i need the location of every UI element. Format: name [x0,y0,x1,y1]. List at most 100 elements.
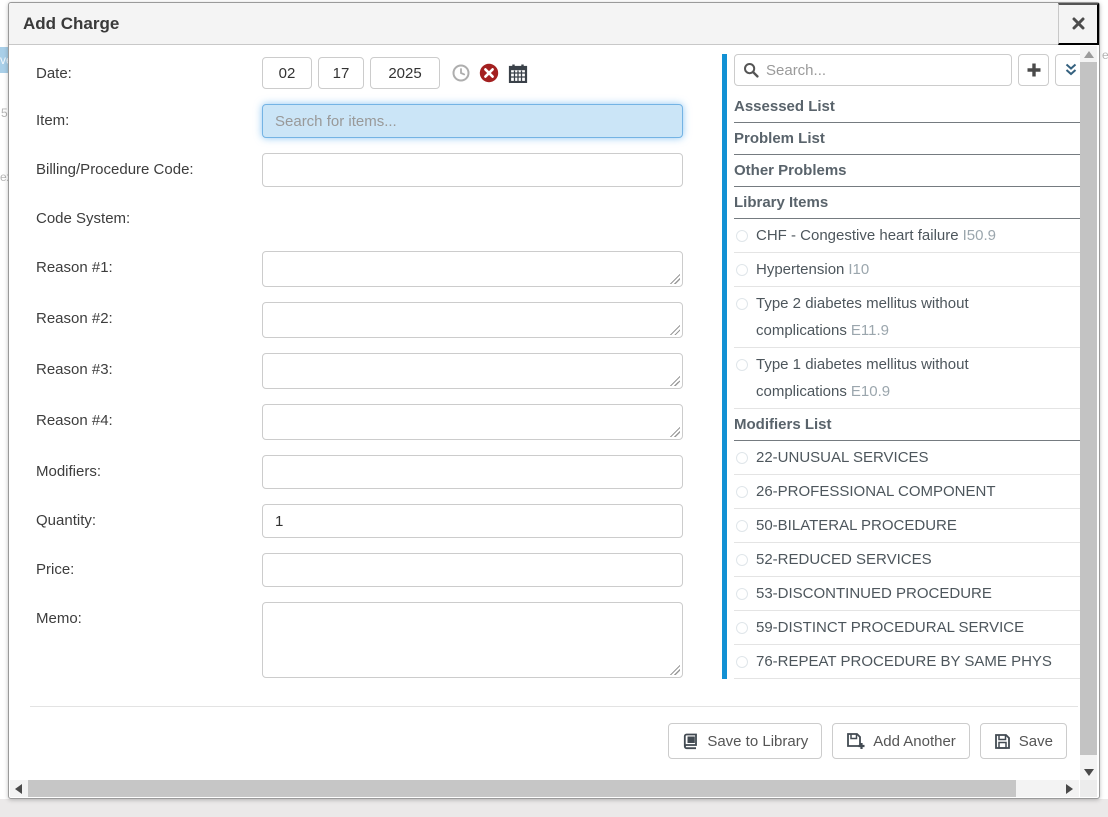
plus-icon [1026,62,1042,78]
billing-code-row: Billing/Procedure Code: [36,153,696,187]
dialog-footer: Save to Library Add Another Save [30,706,1078,759]
modifier-item[interactable]: 22-UNUSUAL SERVICES [734,441,1086,475]
vertical-scrollbar[interactable] [1080,46,1097,781]
calendar-icon [508,63,528,83]
book-icon [682,733,699,750]
add-item-button[interactable] [1018,54,1049,86]
library-item[interactable]: Type 1 diabetes mellitus without complic… [734,348,1086,409]
scroll-right-arrow-icon[interactable] [1066,784,1073,794]
reason4-row: Reason #4: [36,404,696,440]
scroll-up-arrow-icon[interactable] [1084,51,1094,58]
date-row: Date: [36,57,696,89]
circle-icon [736,520,748,532]
backdrop-fragment: 5 [1,106,8,120]
modifier-item[interactable]: 52-REDUCED SERVICES [734,543,1086,577]
price-label: Price: [36,553,262,587]
reason1-input[interactable] [262,251,683,287]
circle-icon [736,656,748,668]
save-button[interactable]: Save [980,723,1067,759]
section-title-modifiers-list: Modifiers List [734,409,1086,441]
reason1-label: Reason #1: [36,251,262,287]
vertical-scrollbar-thumb[interactable] [1080,62,1097,755]
quantity-label: Quantity: [36,504,262,538]
circle-icon [736,230,748,242]
scroll-down-arrow-icon[interactable] [1084,769,1094,776]
item-label: Item: [36,104,262,138]
backdrop-fragment: e [1102,48,1108,62]
reason2-row: Reason #2: [36,302,696,338]
modifiers-input[interactable] [262,455,683,489]
circle-icon [736,486,748,498]
memo-input[interactable] [262,602,683,678]
horizontal-scrollbar[interactable] [10,780,1079,797]
circle-icon [736,554,748,566]
save-label: Save [1019,733,1053,750]
horizontal-scrollbar-thumb[interactable] [28,780,1016,797]
time-button[interactable] [452,64,470,82]
backdrop-fragment: ve [0,47,8,73]
clear-circle-x-icon [479,63,499,83]
code-system-label: Code System: [36,202,262,236]
circle-icon [736,264,748,276]
date-label: Date: [36,57,262,89]
reason3-input[interactable] [262,353,683,389]
reason2-input[interactable] [262,302,683,338]
clear-date-button[interactable] [479,63,499,83]
close-button[interactable] [1058,3,1099,45]
date-day-input[interactable] [318,57,364,89]
library-item[interactable]: CHF - Congestive heart failureI50.9 [734,219,1086,253]
panel-accent-bar [722,54,727,679]
circle-icon [736,298,748,310]
reason3-label: Reason #3: [36,353,262,389]
dialog-titlebar: Add Charge [9,3,1099,45]
memo-row: Memo: [36,602,696,678]
quantity-input[interactable] [262,504,683,538]
reason4-label: Reason #4: [36,404,262,440]
circle-icon [736,622,748,634]
reason2-label: Reason #2: [36,302,262,338]
charge-form: Date: [36,45,696,693]
code-system-row: Code System: [36,202,696,236]
modifier-item[interactable]: 76-REPEAT PROCEDURE BY SAME PHYS [734,645,1086,679]
price-input[interactable] [262,553,683,587]
add-charge-dialog: Add Charge Date: [8,2,1100,799]
modifier-item[interactable]: 53-DISCONTINUED PROCEDURE [734,577,1086,611]
dialog-title: Add Charge [9,14,119,34]
modifiers-row: Modifiers: [36,455,696,489]
problem-library-panel: Assessed List Problem List Other Problem… [722,54,1086,679]
library-item[interactable]: Type 2 diabetes mellitus without complic… [734,287,1086,348]
date-year-input[interactable] [370,57,440,89]
save-plus-icon [846,732,865,750]
add-another-button[interactable]: Add Another [832,723,970,759]
search-icon [743,62,759,78]
circle-icon [736,452,748,464]
modifier-item[interactable]: 59-DISTINCT PROCEDURAL SERVICE [734,611,1086,645]
circle-icon [736,588,748,600]
floppy-save-icon [994,733,1011,750]
section-title-problem-list: Problem List [734,123,1086,155]
section-title-assessed-list: Assessed List [734,91,1086,123]
modifier-item[interactable]: 26-PROFESSIONAL COMPONENT [734,475,1086,509]
item-row: Item: [36,104,696,138]
date-month-input[interactable] [262,57,312,89]
panel-search-row [734,54,1086,86]
quantity-row: Quantity: [36,504,696,538]
scrollbar-corner [1080,780,1097,797]
save-to-library-button[interactable]: Save to Library [668,723,822,759]
panel-search-input[interactable] [734,54,1012,86]
scroll-left-arrow-icon[interactable] [15,784,22,794]
calendar-button[interactable] [508,63,528,83]
modifier-item[interactable]: 50-BILATERAL PROCEDURE [734,509,1086,543]
reason3-row: Reason #3: [36,353,696,389]
section-title-library-items: Library Items [734,187,1086,219]
add-another-label: Add Another [873,733,956,750]
double-chevron-down-icon [1063,63,1079,77]
billing-code-input[interactable] [262,153,683,187]
clock-icon [452,64,470,82]
save-to-library-label: Save to Library [707,733,808,750]
reason4-input[interactable] [262,404,683,440]
library-item[interactable]: HypertensionI10 [734,253,1086,287]
modifiers-label: Modifiers: [36,455,262,489]
item-search-input[interactable] [262,104,683,138]
memo-label: Memo: [36,602,262,678]
